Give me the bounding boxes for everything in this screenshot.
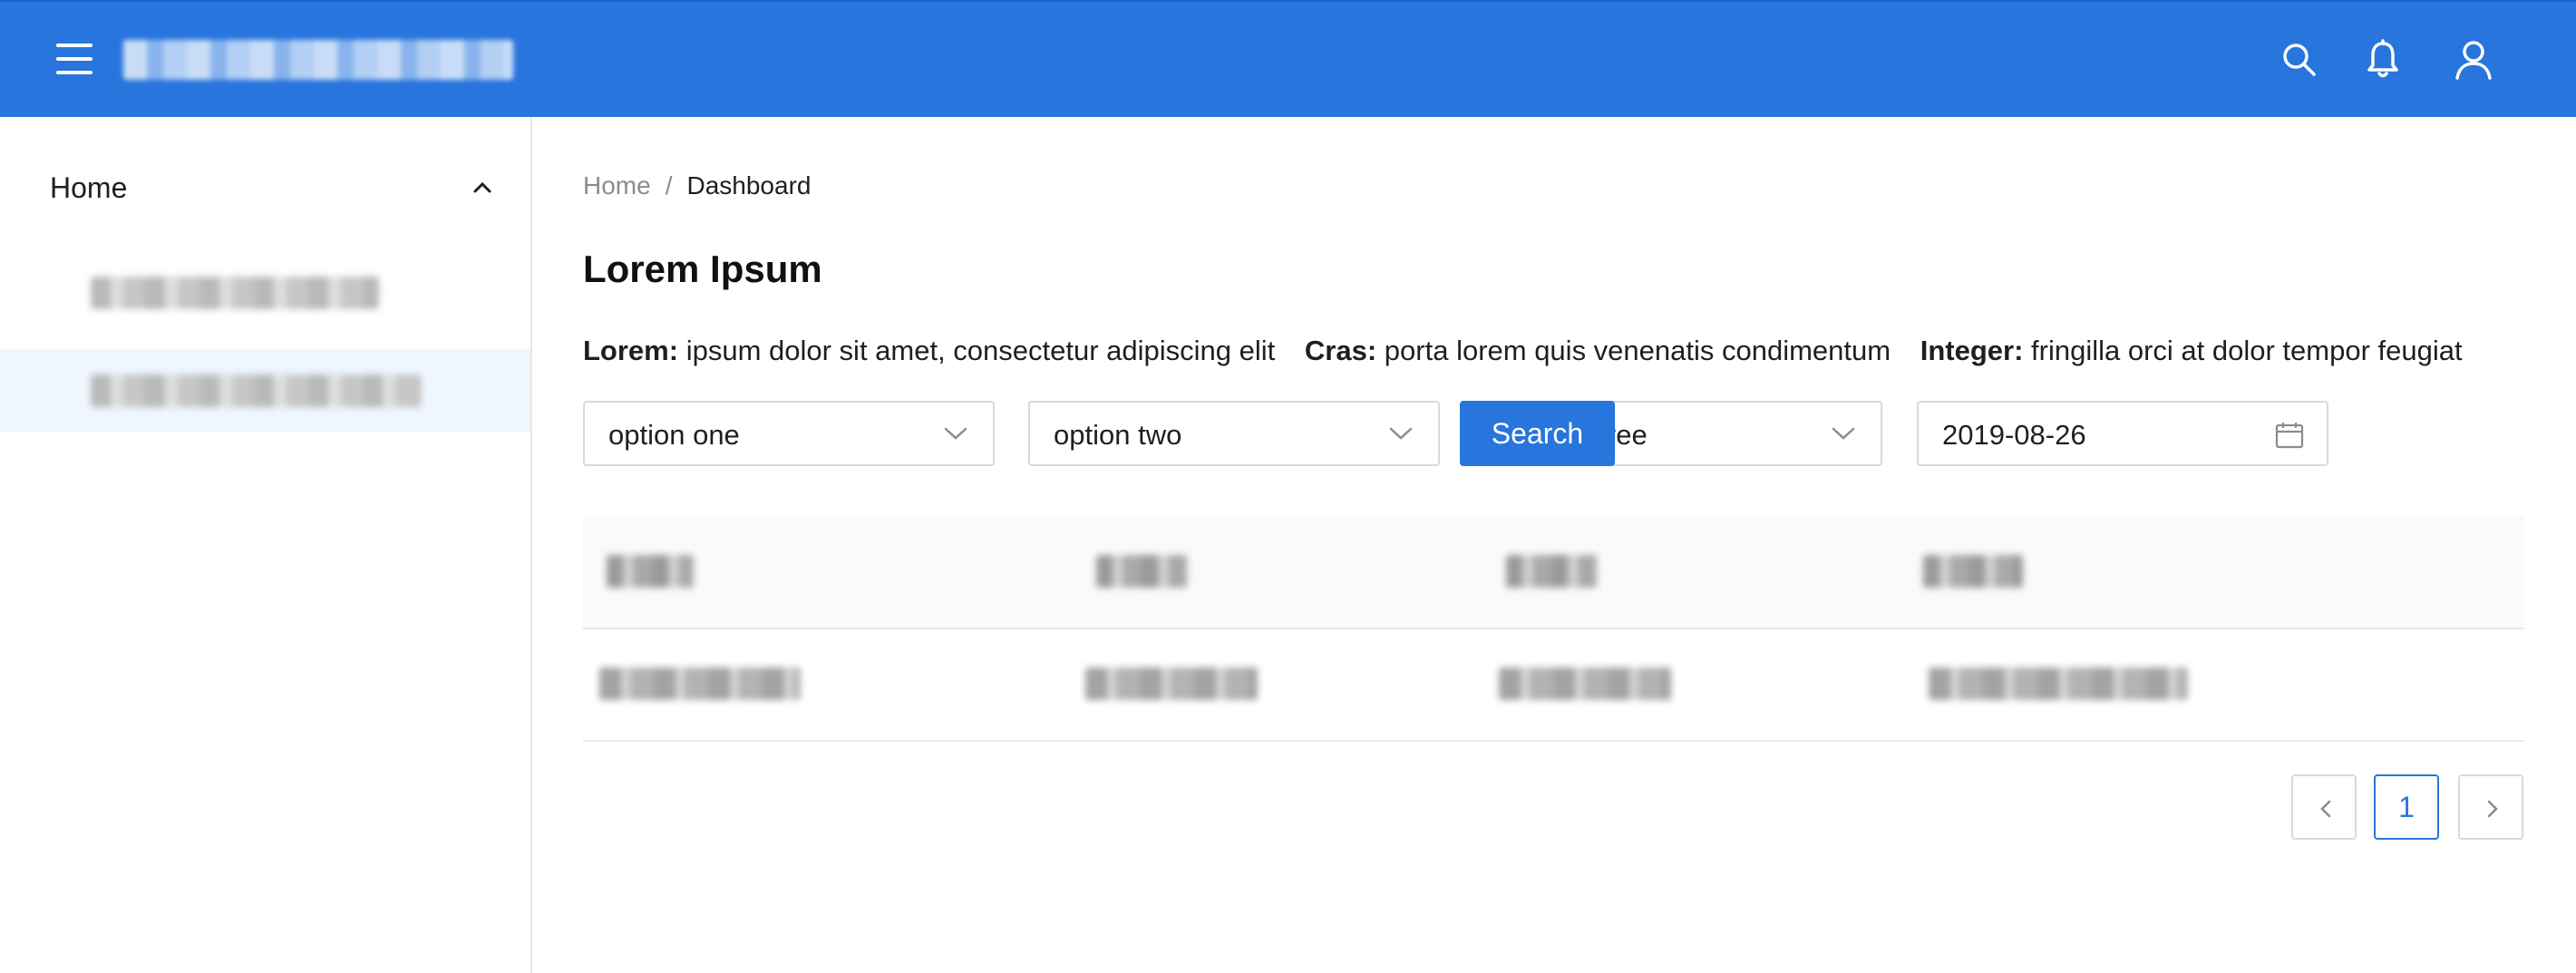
info-item: Integer: fringilla orci at dolor tempor … (1920, 335, 2463, 366)
chevron-down-icon (944, 427, 967, 440)
table-cell-redacted (1929, 667, 2188, 700)
select-two-value: option two (1054, 419, 1182, 451)
date-picker-value: 2019-08-26 (1942, 419, 2086, 451)
info-item: Cras: porta lorem quis venenatis condime… (1305, 335, 1891, 366)
data-table (583, 517, 2524, 742)
chevron-right-icon (2487, 800, 2498, 818)
info-key: Cras: (1304, 335, 1377, 366)
table-row[interactable] (583, 629, 2524, 742)
pagination-page-number: 1 (2398, 791, 2415, 823)
info-line: Lorem: ipsum dolor sit amet, consectetur… (583, 335, 2484, 367)
info-key: Lorem: (583, 335, 679, 366)
sidebar-subitem-2-active[interactable] (0, 349, 530, 433)
table-header-cell-redacted (1923, 555, 2023, 588)
sidebar-item-home[interactable]: Home (50, 171, 127, 205)
table-header-cell-redacted (1096, 555, 1187, 588)
sidebar-subitem-1[interactable] (0, 251, 530, 335)
table-cell-redacted (599, 667, 801, 700)
select-one[interactable]: option one (583, 401, 995, 466)
table-header-cell-redacted (607, 555, 694, 588)
pagination-page-1[interactable]: 1 (2374, 774, 2439, 840)
info-item: Lorem: ipsum dolor sit amet, consectetur… (583, 335, 1275, 366)
chevron-left-icon (2320, 800, 2331, 818)
main-content: Home / Dashboard Lorem Ipsum Lorem: ipsum … (532, 117, 2576, 973)
select-two[interactable]: option two (1028, 401, 1440, 466)
search-button[interactable]: Search (1460, 401, 1615, 466)
info-key: Integer: (1920, 335, 2024, 366)
info-value: ipsum dolor sit amet, consectetur adipis… (685, 335, 1276, 366)
table-header-cell-redacted (1506, 555, 1597, 588)
page-title: Lorem Ipsum (583, 248, 822, 290)
bell-icon[interactable] (2361, 38, 2405, 82)
pagination-prev-button[interactable] (2291, 774, 2357, 840)
info-value: porta lorem quis venenatis condimentum (1384, 335, 1891, 366)
chevron-up-icon[interactable] (472, 180, 492, 195)
breadcrumb-current: Dashboard (686, 171, 812, 199)
calendar-icon (2275, 423, 2304, 449)
breadcrumb-home[interactable]: Home (583, 171, 651, 199)
top-app-bar (0, 0, 2576, 117)
user-icon[interactable] (2452, 38, 2495, 82)
pagination-next-button[interactable] (2458, 774, 2523, 840)
chevron-down-icon (1832, 427, 1855, 440)
sidebar-subitem-label-redacted (91, 375, 421, 407)
table-cell-redacted (1085, 667, 1258, 700)
info-value: fringilla orci at dolor tempor feugiat (2031, 335, 2463, 366)
table-header-row (583, 517, 2524, 629)
sidebar: Home (0, 117, 532, 973)
date-picker[interactable]: 2019-08-26 (1917, 401, 2328, 466)
sidebar-subitem-label-redacted (91, 277, 379, 309)
app-title-redacted (123, 40, 513, 80)
search-icon[interactable] (2278, 38, 2321, 82)
breadcrumb: Home / Dashboard (583, 171, 811, 200)
chevron-down-icon (1389, 427, 1413, 440)
breadcrumb-separator: / (665, 171, 673, 199)
menu-icon[interactable] (56, 44, 92, 74)
table-cell-redacted (1499, 667, 1671, 700)
select-one-value: option one (608, 419, 740, 451)
